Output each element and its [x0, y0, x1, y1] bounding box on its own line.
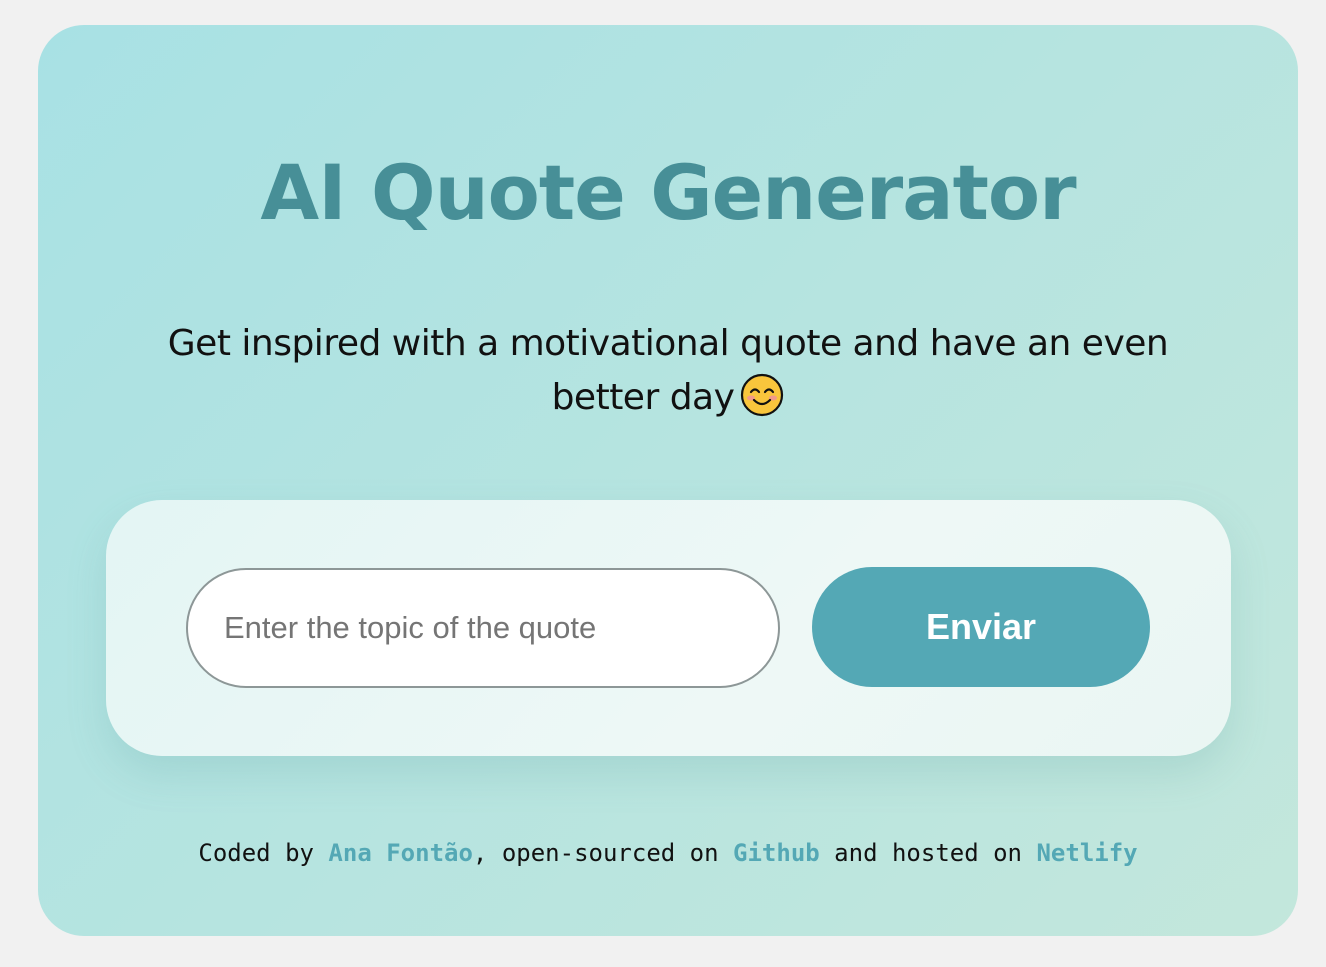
topic-input[interactable] — [186, 568, 780, 688]
author-link[interactable]: Ana Fontão — [328, 839, 473, 867]
search-form: Enviar — [106, 500, 1231, 756]
submit-button[interactable]: Enviar — [812, 567, 1150, 687]
footer-coded-by: Coded by — [198, 839, 329, 867]
footer: Coded by Ana Fontão, open-sourced on Git… — [38, 835, 1298, 871]
github-link[interactable]: Github — [733, 839, 820, 867]
smiling-face-icon — [741, 373, 784, 417]
page-title: AI Quote Generator — [260, 148, 1076, 237]
subtitle-text: Get inspired with a motivational quote a… — [167, 323, 1169, 418]
netlify-link[interactable]: Netlify — [1036, 839, 1137, 867]
quote-generator-card: AI Quote Generator Get inspired with a m… — [38, 25, 1298, 936]
footer-hosted: and hosted on — [819, 839, 1037, 867]
page-subtitle: Get inspired with a motivational quote a… — [138, 317, 1198, 425]
footer-open-sourced: , open-sourced on — [472, 839, 734, 867]
